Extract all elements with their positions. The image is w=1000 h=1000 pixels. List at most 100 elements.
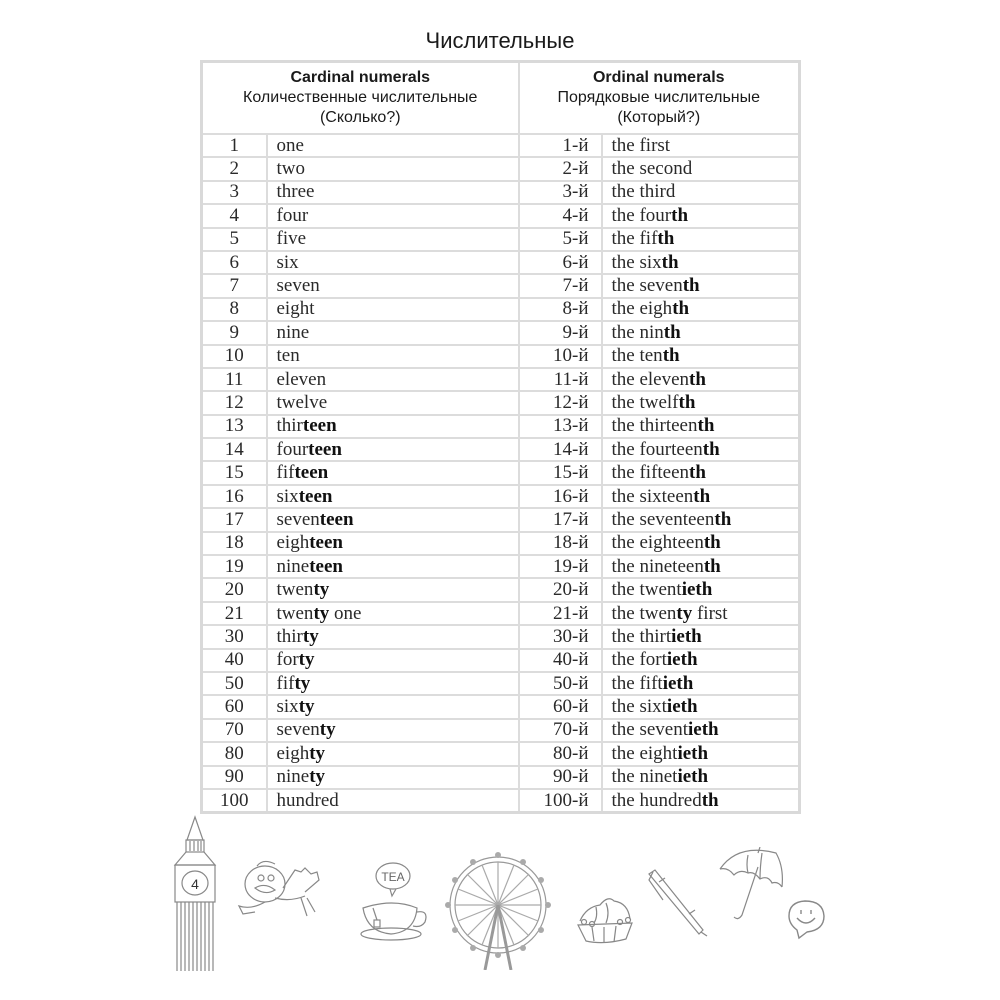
ordinal-number: 60-й xyxy=(517,694,603,720)
word-part: seven xyxy=(276,508,320,530)
cardinal-word: two xyxy=(265,156,520,182)
ordinal-word: the second xyxy=(600,156,801,182)
word-part: six xyxy=(276,251,299,273)
ordinal-word: the ninetieth xyxy=(600,764,801,790)
table-row: 60 sixty 60-й the sixtieth xyxy=(200,694,801,720)
suffix-highlight: ty xyxy=(298,649,315,671)
cardinal-word: twenty xyxy=(265,577,520,603)
tea-bubble-text: TEA xyxy=(381,870,404,884)
suffix-highlight: ty xyxy=(309,742,326,764)
suffix-highlight: ty xyxy=(313,602,330,624)
table-row: 20 twenty 20-й the twentieth xyxy=(200,577,801,603)
cardinal-word: fifty xyxy=(265,670,520,697)
word-part: eigh xyxy=(276,532,310,554)
cardinal-number: 10 xyxy=(200,343,268,369)
ordinal-number: 9-й xyxy=(517,320,603,346)
cardinal-header: Cardinal numerals Количественные числите… xyxy=(200,60,520,135)
suffix-highlight: teen xyxy=(309,555,343,577)
suffix-highlight: th xyxy=(663,321,681,343)
ordinal-word: the thirtieth xyxy=(600,624,801,650)
table-row: 13 thirteen 13-й the thirteenth xyxy=(200,413,801,440)
ordinal-number: 11-й xyxy=(517,366,603,393)
numerals-table: Cardinal numerals Количественные числите… xyxy=(200,60,802,815)
word-part: the eight xyxy=(611,742,678,764)
ordinal-number: 14-й xyxy=(517,437,603,463)
suffix-highlight: ty xyxy=(313,579,330,601)
word-part: one xyxy=(276,134,304,156)
ordinal-question: (Который?) xyxy=(617,109,701,126)
ordinal-word: the fortieth xyxy=(600,647,801,674)
word-part: seven xyxy=(276,719,320,741)
smiley-bubble-icon xyxy=(787,898,827,940)
suffix-highlight: ieth xyxy=(677,766,709,788)
cardinal-number: 16 xyxy=(200,483,268,510)
cardinal-word: six xyxy=(265,249,520,276)
cardinal-word: nine xyxy=(265,320,520,346)
word-part: the eleven xyxy=(611,368,690,390)
word-part: the eighteen xyxy=(611,532,704,554)
clock-digit: 4 xyxy=(191,876,199,892)
word-part: the sixteen xyxy=(611,485,694,507)
cardinal-word: five xyxy=(265,226,520,252)
cardinal-word: fifteen xyxy=(265,460,520,486)
cardinal-number: 18 xyxy=(200,530,268,557)
cardinal-number: 70 xyxy=(200,717,268,744)
word-part: the fif xyxy=(611,228,658,250)
ordinal-word: the third xyxy=(600,179,801,206)
word-part: the seventeen xyxy=(611,508,715,530)
word-part: the six xyxy=(611,251,662,273)
suffix-highlight: ty xyxy=(319,719,336,741)
bird-icon xyxy=(235,858,330,930)
ordinal-number: 3-й xyxy=(517,179,603,206)
word-part: twelve xyxy=(276,391,328,413)
ordinal-number: 40-й xyxy=(517,647,603,674)
table-row: 90 ninety 90-й the ninetieth xyxy=(200,764,801,790)
table-row: 11 eleven 11-й the eleventh xyxy=(200,366,801,393)
suffix-highlight: teen xyxy=(294,462,329,484)
cardinal-word: one xyxy=(265,132,520,159)
suffix-highlight: teen xyxy=(309,532,343,554)
table-row: 15 fifteen 15-й the fifteenth xyxy=(200,460,801,486)
ordinal-word: the thirteenth xyxy=(600,413,801,440)
word-part: the nineteen xyxy=(611,555,704,577)
table-row: 18 eighteen 18-й the eighteenth xyxy=(200,530,801,557)
suffix-highlight: teen xyxy=(302,415,337,437)
ordinal-number: 70-й xyxy=(517,717,603,744)
teacup-icon: TEA xyxy=(355,862,430,942)
ordinal-word: the eighteenth xyxy=(600,530,801,557)
ordinal-word: the seventieth xyxy=(600,717,801,744)
cardinal-number: 100 xyxy=(200,787,268,814)
table-row: 40 forty 40-й the fortieth xyxy=(200,647,801,674)
ordinal-word: the eighth xyxy=(600,296,801,323)
suffix-highlight: teen xyxy=(319,508,354,530)
word-part: the third xyxy=(611,181,676,203)
ordinal-number: 80-й xyxy=(517,741,603,767)
table-row: 6 six 6-й the sixth xyxy=(200,249,801,276)
word-part: the fourteen xyxy=(611,438,703,460)
word-part: fif xyxy=(276,672,295,694)
word-part: nine xyxy=(276,766,310,788)
cardinal-number: 2 xyxy=(200,156,268,182)
word-part: thir xyxy=(276,625,303,647)
word-part: the four xyxy=(611,204,672,226)
word-part: the thirteen xyxy=(611,415,698,437)
cardinal-subtitle: Количественные числительные xyxy=(243,89,478,106)
word-part: first xyxy=(692,602,728,624)
suffix-highlight: th xyxy=(697,415,715,437)
ordinal-number: 8-й xyxy=(517,296,603,323)
word-part: ten xyxy=(276,345,300,367)
word-part: twen xyxy=(276,579,314,601)
word-part: the second xyxy=(611,158,693,180)
ordinal-word: the fiftieth xyxy=(600,670,801,697)
ordinal-word: the sixteenth xyxy=(600,483,801,510)
cardinal-number: 8 xyxy=(200,296,268,323)
cardinal-number: 5 xyxy=(200,226,268,252)
table-row: 10 ten 10-й the tenth xyxy=(200,343,801,369)
word-part: the fift xyxy=(611,672,663,694)
ordinal-number: 5-й xyxy=(517,226,603,252)
cardinal-word: seventeen xyxy=(265,507,520,533)
suffix-highlight: th xyxy=(682,275,700,297)
ordinal-number: 30-й xyxy=(517,624,603,650)
ordinal-number: 15-й xyxy=(517,460,603,486)
suffix-highlight: th xyxy=(714,508,732,530)
